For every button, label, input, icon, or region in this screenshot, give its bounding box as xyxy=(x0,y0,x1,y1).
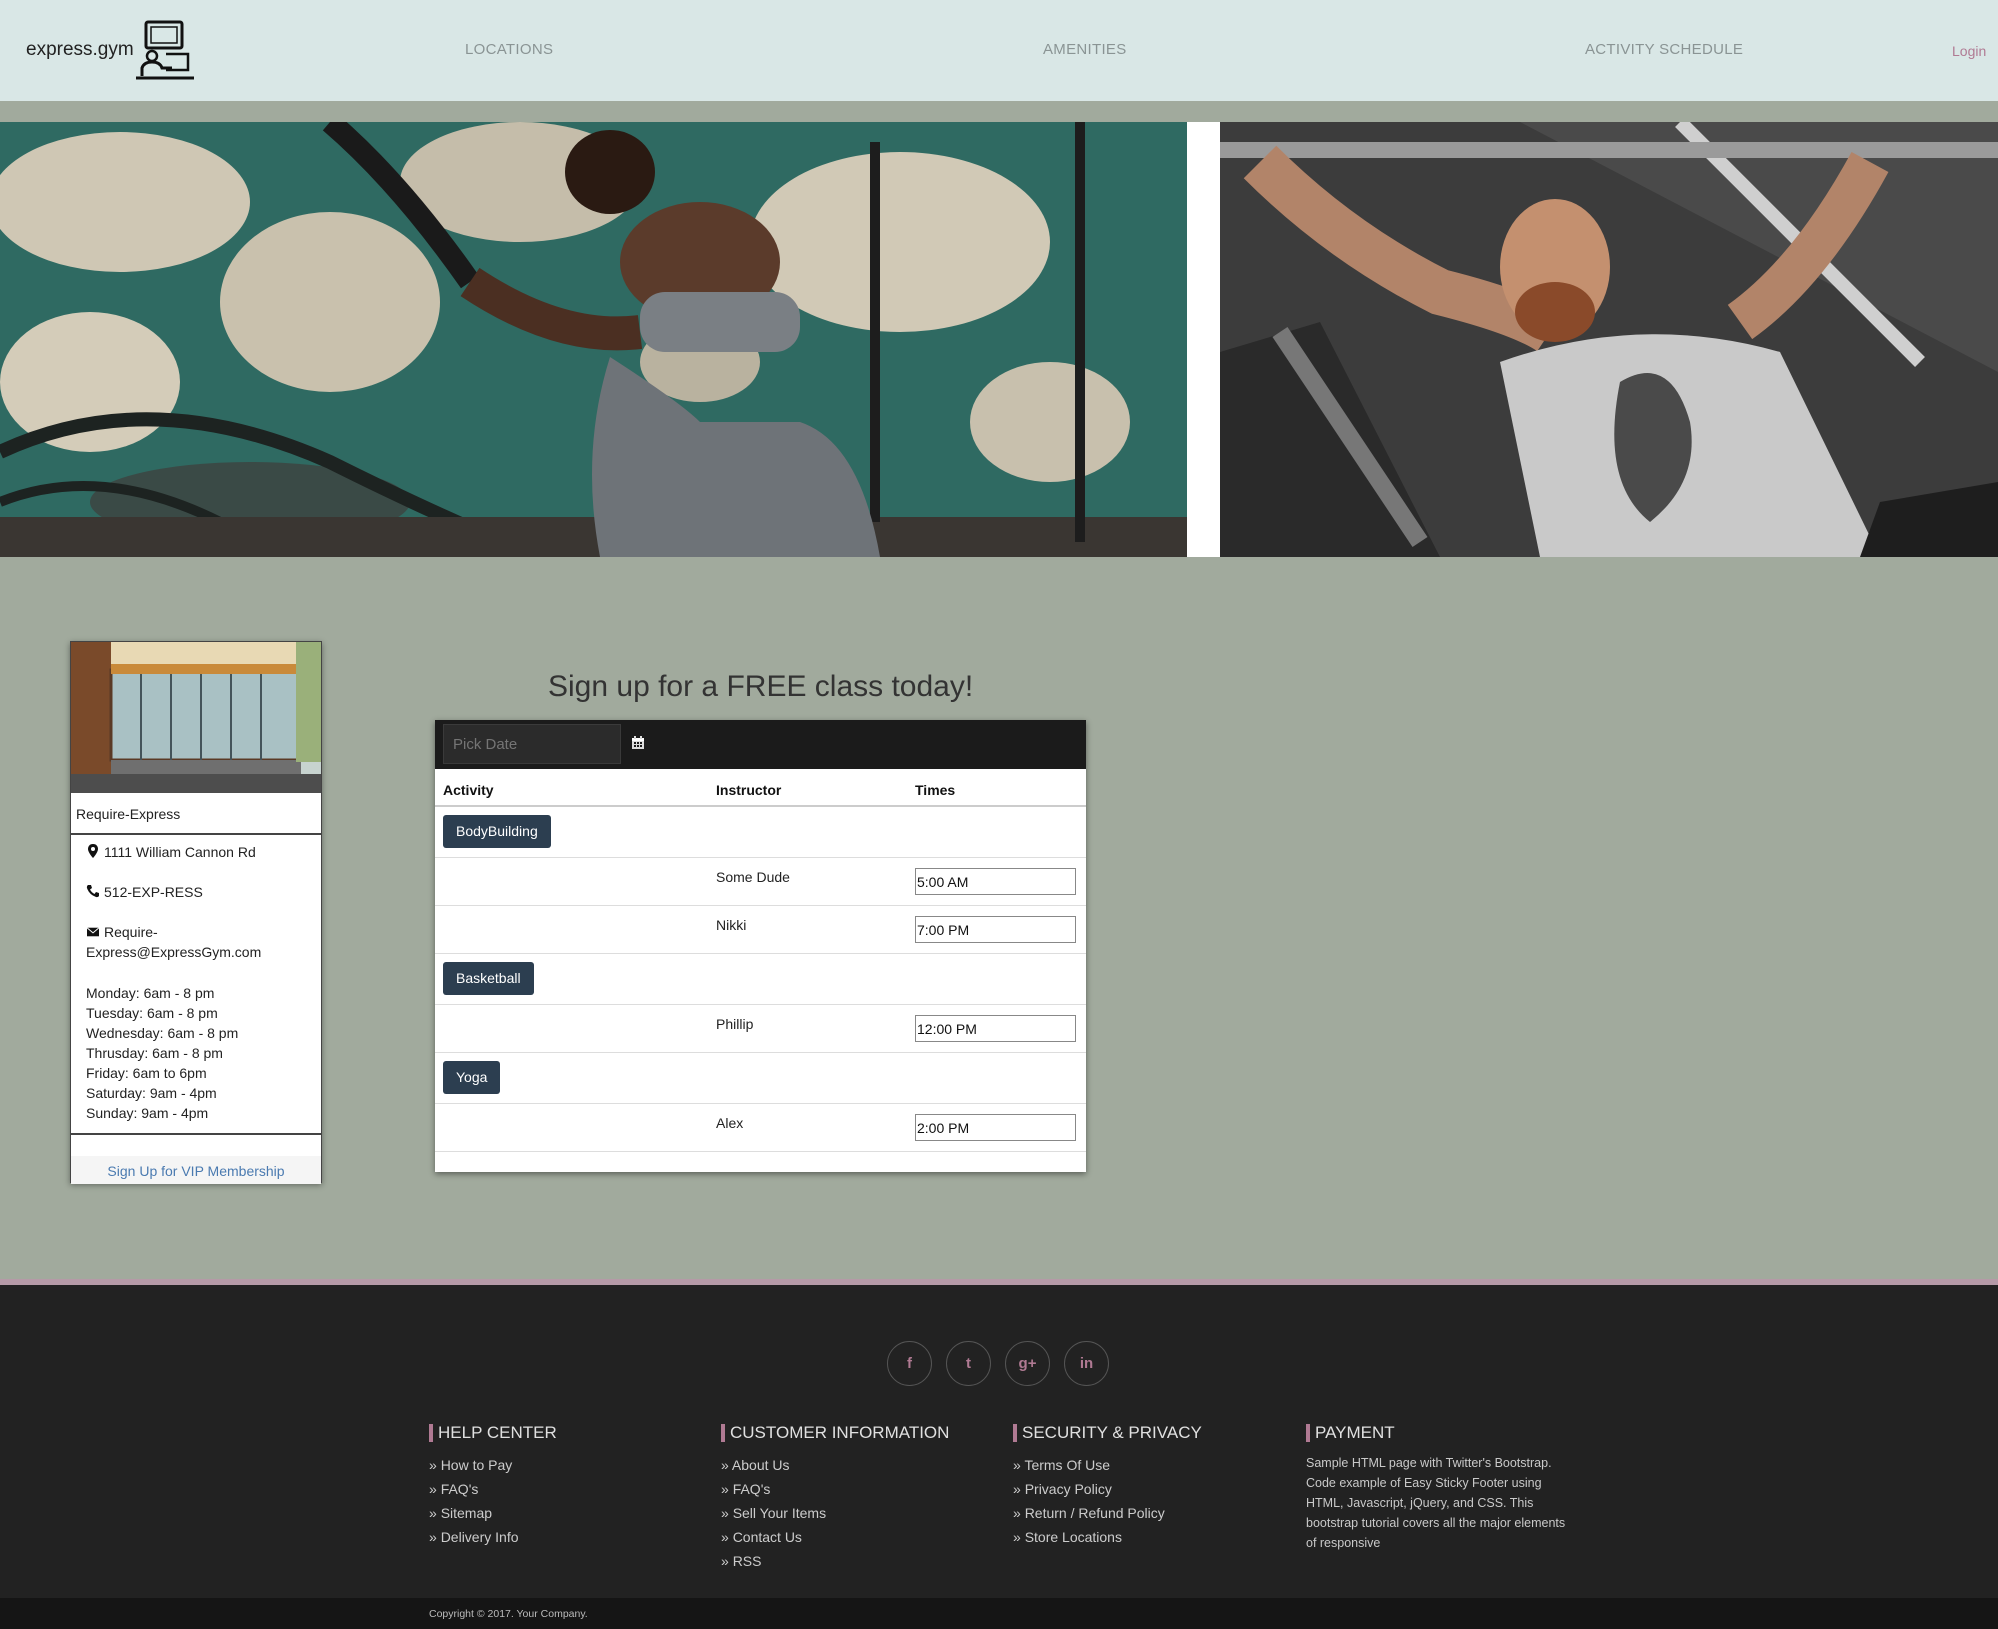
brand-name[interactable]: express.gym xyxy=(26,39,134,61)
time-field-7pm[interactable] xyxy=(915,916,1076,943)
footer xyxy=(0,1285,1998,1598)
row-divider xyxy=(435,857,1086,858)
link-contact-us[interactable]: Contact Us xyxy=(721,1529,802,1545)
login-link[interactable]: Login xyxy=(1952,43,1986,59)
security-privacy-title: SECURITY & PRIVACY xyxy=(1013,1424,1202,1442)
date-picker-input[interactable] xyxy=(443,724,621,764)
map-marker-icon xyxy=(88,844,98,858)
phone-icon xyxy=(86,885,99,898)
date-picker-bar xyxy=(435,720,1086,769)
divider xyxy=(71,1133,321,1135)
instructor-alex: Alex xyxy=(716,1115,744,1131)
hours-saturday: Saturday: 9am - 4pm xyxy=(86,1085,217,1101)
phone-text: 512-EXP-RESS xyxy=(104,884,203,900)
location-address: 1111 William Cannon Rd xyxy=(86,842,256,862)
nav-activity-schedule[interactable]: ACTIVITY SCHEDULE xyxy=(1585,41,1743,58)
calendar-icon[interactable] xyxy=(631,736,645,750)
time-field-5am[interactable] xyxy=(915,868,1076,895)
link-about-us[interactable]: About Us xyxy=(721,1457,790,1473)
link-terms-of-use[interactable]: Terms Of Use xyxy=(1013,1457,1110,1473)
vip-membership-link[interactable]: Sign Up for VIP Membership xyxy=(71,1163,321,1179)
location-phone: 512-EXP-RESS xyxy=(86,882,203,902)
row-divider xyxy=(435,1151,1086,1152)
customer-information-title: CUSTOMER INFORMATION xyxy=(721,1424,949,1442)
hours-tuesday: Tuesday: 6am - 8 pm xyxy=(86,1005,218,1021)
hours-friday: Friday: 6am to 6pm xyxy=(86,1065,207,1081)
payment-title: PAYMENT xyxy=(1306,1424,1395,1442)
header-times: Times xyxy=(915,782,956,798)
hero-divider xyxy=(1187,122,1220,557)
nav-locations[interactable]: LOCATIONS xyxy=(465,41,553,58)
location-name: Require-Express xyxy=(76,806,181,822)
row-divider xyxy=(435,1004,1086,1005)
row-divider xyxy=(435,1052,1086,1053)
email-line1: Require- xyxy=(104,924,158,940)
linkedin-icon[interactable]: in xyxy=(1064,1341,1109,1386)
row-divider xyxy=(435,1103,1086,1104)
hours-thursday: Thrusday: 6am - 8 pm xyxy=(86,1045,223,1061)
schedule-panel: Activity Instructor Times BodyBuilding S… xyxy=(435,720,1086,1172)
envelope-icon xyxy=(86,927,100,937)
hero-image-weight-bench xyxy=(1220,122,1998,557)
header-instructor: Instructor xyxy=(716,782,782,798)
copyright-text: Copyright © 2017. Your Company. xyxy=(429,1608,588,1620)
link-how-to-pay[interactable]: How to Pay xyxy=(429,1457,513,1473)
email-line2: Express@ExpressGym.com xyxy=(86,944,262,960)
activity-yoga-button[interactable]: Yoga xyxy=(443,1061,501,1094)
link-faqs-customer[interactable]: FAQ's xyxy=(721,1481,771,1497)
location-card: Require-Express 1111 William Cannon Rd 5… xyxy=(70,641,322,1184)
link-sitemap[interactable]: Sitemap xyxy=(429,1505,492,1521)
address-text: 1111 William Cannon Rd xyxy=(104,844,256,860)
link-rss[interactable]: RSS xyxy=(721,1553,762,1569)
payment-description: Sample HTML page with Twitter's Bootstra… xyxy=(1306,1456,1566,1550)
time-field-12pm[interactable] xyxy=(915,1015,1076,1042)
google-plus-icon[interactable]: g+ xyxy=(1005,1341,1050,1386)
location-hours: Monday: 6am - 8 pm Tuesday: 6am - 8 pm W… xyxy=(86,983,238,1123)
row-divider xyxy=(435,905,1086,906)
activity-basketball-button[interactable]: Basketball xyxy=(443,962,534,995)
nav-amenities[interactable]: AMENITIES xyxy=(1043,41,1127,58)
instructor-some-dude: Some Dude xyxy=(716,869,790,885)
help-center-title: HELP CENTER xyxy=(429,1424,557,1442)
hours-monday: Monday: 6am - 8 pm xyxy=(86,985,215,1001)
copyright-bar xyxy=(0,1598,1998,1629)
location-email: Require- Express@ExpressGym.com xyxy=(86,922,261,962)
hero-image-battle-ropes xyxy=(0,122,1187,557)
link-faqs[interactable]: FAQ's xyxy=(429,1481,479,1497)
hours-sunday: Sunday: 9am - 4pm xyxy=(86,1105,209,1121)
link-privacy-policy[interactable]: Privacy Policy xyxy=(1013,1481,1112,1497)
activity-bodybuilding-button[interactable]: BodyBuilding xyxy=(443,815,551,848)
link-return-refund-policy[interactable]: Return / Refund Policy xyxy=(1013,1505,1165,1521)
twitter-icon[interactable]: t xyxy=(946,1341,991,1386)
navbar: express.gym LOCATIONS AMENITIES ACTIVITY… xyxy=(0,0,1998,101)
computer-user-logo-icon[interactable] xyxy=(132,18,196,82)
location-photo xyxy=(71,642,321,793)
instructor-nikki: Nikki xyxy=(716,917,747,933)
hours-wednesday: Wednesday: 6am - 8 pm xyxy=(86,1025,239,1041)
link-sell-your-items[interactable]: Sell Your Items xyxy=(721,1505,826,1521)
divider xyxy=(71,833,321,835)
row-divider xyxy=(435,953,1086,954)
time-field-2pm[interactable] xyxy=(915,1114,1076,1141)
header-divider xyxy=(435,805,1086,807)
facebook-icon[interactable]: f xyxy=(887,1341,932,1386)
link-delivery-info[interactable]: Delivery Info xyxy=(429,1529,519,1545)
header-activity: Activity xyxy=(443,782,494,798)
signup-title: Sign up for a FREE class today! xyxy=(548,670,974,703)
instructor-phillip: Phillip xyxy=(716,1016,754,1032)
link-store-locations[interactable]: Store Locations xyxy=(1013,1529,1122,1545)
